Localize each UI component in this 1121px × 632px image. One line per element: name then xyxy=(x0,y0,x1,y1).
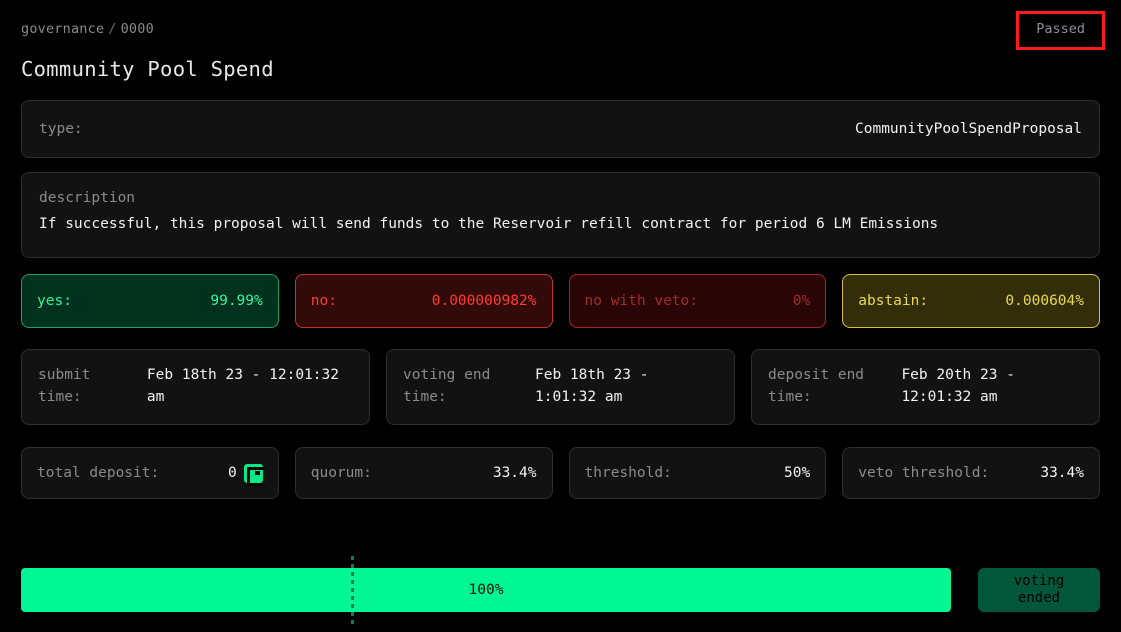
veto-threshold-card: veto threshold: 33.4% xyxy=(842,447,1100,499)
tally-no-with-veto-label: no with veto: xyxy=(584,293,699,309)
deposit-end-time-value: Feb 20th 23 - 12:01:32 am xyxy=(901,367,1015,406)
threshold-value: 50% xyxy=(784,465,811,481)
veto-threshold-value: 33.4% xyxy=(1040,465,1084,481)
breadcrumb-proposal-id: 0000 xyxy=(120,21,154,37)
tally-no-with-veto: no with veto: 0% xyxy=(568,274,827,328)
tally-no-value: 0.000000982% xyxy=(431,293,537,309)
deposit-end-time-label: deposit end time: xyxy=(768,367,865,406)
breadcrumb-section[interactable]: governance xyxy=(21,21,104,37)
description-text: If successful, this proposal will send f… xyxy=(39,216,939,232)
threshold-label: threshold: xyxy=(584,465,672,481)
type-card: type: CommunityPoolSpendProposal xyxy=(21,100,1100,158)
progress-label: 100% xyxy=(468,582,504,598)
page-title: Community Pool Spend xyxy=(21,57,274,81)
tally-no-label: no: xyxy=(310,293,337,309)
voting-end-time-card: voting end time: Feb 18th 23 - 1:01:32 a… xyxy=(386,349,735,425)
tally-abstain: abstain: 0.000604% xyxy=(842,274,1100,328)
voting-ended-line1: voting xyxy=(1013,572,1065,589)
submit-time-value: Feb 18th 23 - 12:01:32 am xyxy=(146,367,339,406)
voting-end-time-value: Feb 18th 23 - 1:01:32 am xyxy=(535,367,649,406)
voting-end-time-label: voting end time: xyxy=(403,367,491,406)
type-label: type: xyxy=(39,121,83,137)
breadcrumb: governance/0000 xyxy=(21,21,154,37)
time-row: submit time: Feb 18th 23 - 12:01:32 am v… xyxy=(21,349,1100,425)
voting-ended-button[interactable]: voting ended xyxy=(978,568,1100,612)
tally-abstain-value: 0.000604% xyxy=(1005,293,1084,309)
stats-row: total deposit: 0 quorum: 33.4% threshold… xyxy=(21,447,1100,499)
total-deposit-label: total deposit: xyxy=(37,465,160,481)
voting-ended-line2: ended xyxy=(1017,590,1061,606)
vote-progress: 100% xyxy=(21,556,951,624)
total-deposit-value: 0 xyxy=(228,465,237,481)
breadcrumb-separator: / xyxy=(108,21,117,37)
type-value: CommunityPoolSpendProposal xyxy=(855,121,1082,137)
tally-yes-label: yes: xyxy=(37,293,72,309)
description-label: description xyxy=(39,190,136,206)
deposit-end-time-card: deposit end time: Feb 20th 23 - 12:01:32… xyxy=(751,349,1100,425)
total-deposit-value-group: 0 xyxy=(228,463,266,486)
quorum-label: quorum: xyxy=(310,465,372,481)
tally-yes-value: 99.99% xyxy=(210,293,263,309)
tally-yes: yes: 99.99% xyxy=(21,274,279,328)
quorum-value: 33.4% xyxy=(492,465,537,481)
tally-no: no: 0.000000982% xyxy=(294,274,553,328)
status-badge: Passed xyxy=(1016,11,1105,50)
progress-fill: 100% xyxy=(21,568,951,612)
quorum-card: quorum: 33.4% xyxy=(294,447,553,499)
quorum-marker xyxy=(351,556,355,624)
submit-time-card: submit time: Feb 18th 23 - 12:01:32 am xyxy=(21,349,370,425)
token-icon xyxy=(243,463,266,486)
total-deposit-card: total deposit: 0 xyxy=(21,447,279,499)
description-card: description If successful, this proposal… xyxy=(21,172,1100,258)
tally-row: yes: 99.99% no: 0.000000982% no with vet… xyxy=(21,274,1100,328)
submit-time-label: submit time: xyxy=(38,367,91,406)
veto-threshold-label: veto threshold: xyxy=(858,465,990,481)
threshold-card: threshold: 50% xyxy=(568,447,827,499)
tally-abstain-label: abstain: xyxy=(858,293,929,309)
proposal-page: governance/0000 Community Pool Spend Pas… xyxy=(0,0,1121,632)
progress-track: 100% xyxy=(21,568,951,612)
tally-no-with-veto-value: 0% xyxy=(792,293,811,309)
